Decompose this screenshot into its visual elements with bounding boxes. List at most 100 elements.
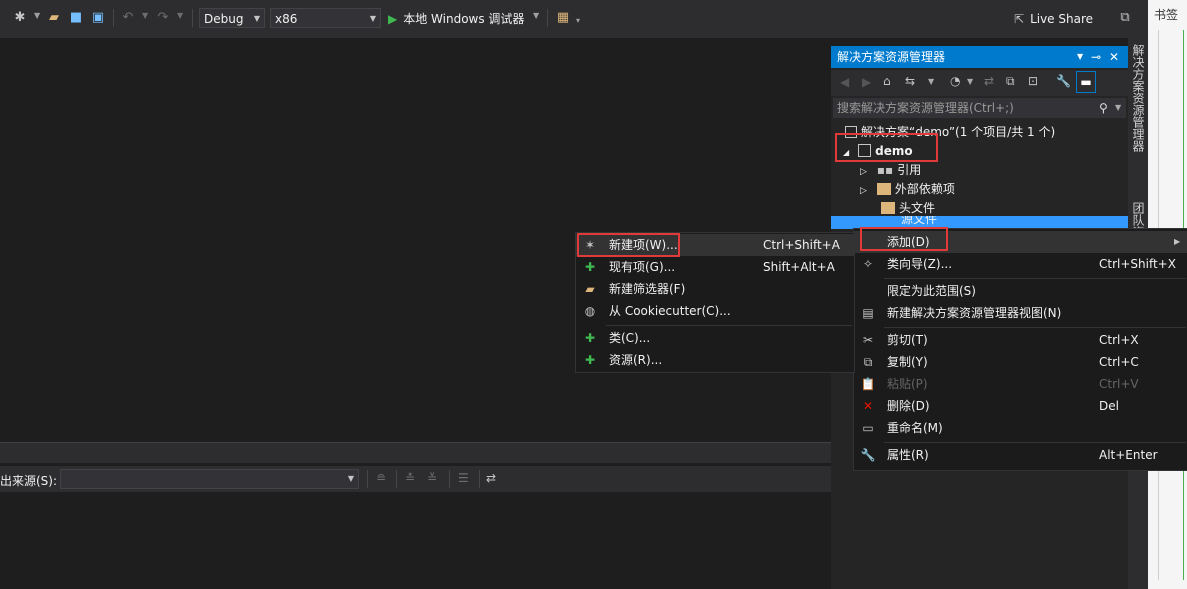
menu-item-label: 新建解决方案资源管理器视图(N) xyxy=(887,306,1062,320)
menu-item-cut[interactable]: ✂ 剪切(T) Ctrl+X xyxy=(854,329,1187,351)
menu-separator xyxy=(884,278,1186,279)
toolbox-icon[interactable]: ▦ xyxy=(555,10,571,26)
output-source-label: 出来源(S): xyxy=(0,474,58,488)
collapsed-arrow-icon: ▷ xyxy=(860,167,867,177)
new-project-dropdown-icon[interactable]: ▼ xyxy=(34,11,40,20)
solution-explorer-side-tab[interactable]: 解决方案资源管理器 xyxy=(1130,44,1147,152)
existing-item-icon: ✚ xyxy=(584,260,596,274)
tree-item-references[interactable]: ▷ ▪▪ 引用 xyxy=(860,161,921,180)
submenu-item-new-filter[interactable]: ▰ 新建筛选器(F) xyxy=(576,278,854,300)
menu-item-properties[interactable]: 🔧 属性(R) Alt+Enter xyxy=(854,444,1187,466)
clear-all-icon[interactable]: ☰ xyxy=(458,471,469,485)
menu-item-shortcut: Ctrl+C xyxy=(1099,355,1139,369)
output-source-select[interactable]: ▼ xyxy=(60,469,359,489)
submenu-item-cookiecutter[interactable]: ◍ 从 Cookiecutter(C)... xyxy=(576,300,854,322)
close-icon[interactable]: ✕ xyxy=(1109,46,1119,68)
new-filter-folder-icon: ▰ xyxy=(585,282,595,296)
folder-icon xyxy=(881,216,895,223)
chevron-down-icon: ▼ xyxy=(347,474,354,483)
folder-icon xyxy=(881,202,895,214)
word-wrap-icon[interactable]: ⇄ xyxy=(486,471,496,485)
open-folder-icon[interactable]: ▰ xyxy=(46,10,62,26)
next-message-icon[interactable]: ≚ xyxy=(427,471,437,485)
search-placeholder: 搜索解决方案资源管理器(Ctrl+;) xyxy=(837,101,1014,115)
main-toolbar: ✱ ▼ ▰ ■ ▣ ↶ ▼ ↷ ▼ Debug ▼ x86 ▼ ▶ 本地 Wind… xyxy=(0,0,1148,38)
redo-icon[interactable]: ↷ xyxy=(155,10,171,26)
toolbar-separator xyxy=(113,9,114,27)
submenu-item-resource[interactable]: ✚ 资源(R)... xyxy=(576,349,854,371)
sync-icon[interactable]: ⇄ xyxy=(984,74,994,88)
menu-item-paste[interactable]: 📋 粘贴(P) Ctrl+V xyxy=(854,373,1187,395)
save-icon[interactable]: ■ xyxy=(68,10,84,26)
wrench-icon: 🔧 xyxy=(860,448,876,462)
toolbar-separator xyxy=(396,470,397,488)
bookmark-tab[interactable]: 书签 xyxy=(1154,6,1178,23)
menu-item-scope-to-this[interactable]: 限定为此范围(S) xyxy=(854,280,1187,302)
properties-wrench-icon[interactable]: 🔧 xyxy=(1056,74,1071,88)
undo-dropdown-icon[interactable]: ▼ xyxy=(142,11,148,20)
class-wizard-icon: ✧ xyxy=(862,257,874,271)
debugger-dropdown-icon[interactable]: ▼ xyxy=(533,11,539,20)
search-icon[interactable]: ⚲ xyxy=(1099,98,1108,118)
configuration-select[interactable]: Debug ▼ xyxy=(199,8,265,28)
menu-item-shortcut: Ctrl+V xyxy=(1099,377,1139,391)
menu-item-label: 删除(D) xyxy=(887,399,930,413)
platform-select[interactable]: x86 ▼ xyxy=(270,8,381,28)
new-project-icon[interactable]: ✱ xyxy=(12,10,28,26)
redo-dropdown-icon[interactable]: ▼ xyxy=(177,11,183,20)
preview-icon[interactable]: ▬ xyxy=(1076,71,1096,93)
live-share-button[interactable]: ⇱ Live Share xyxy=(1014,10,1093,28)
collapse-all-icon[interactable]: ⧉ xyxy=(1006,74,1015,89)
solution-explorer-toolbar: ◀ ▶ ⌂ ⇆ ▼ ◔ ▼ ⇄ ⧉ ⊡ 🔧 ▬ xyxy=(831,70,1128,96)
undo-icon[interactable]: ↶ xyxy=(120,10,136,26)
switch-views-icon[interactable]: ⇆ xyxy=(905,74,915,88)
chevron-down-icon[interactable]: ▼ xyxy=(928,77,934,86)
feedback-icon[interactable]: ⧉ xyxy=(1117,10,1133,26)
submenu-item-existing-item[interactable]: ✚ 现有项(G)... Shift+Alt+A xyxy=(576,256,854,278)
menu-item-shortcut: Ctrl+X xyxy=(1099,333,1139,347)
context-menu: 添加(D) ▶ ✧ 类向导(Z)... Ctrl+Shift+X 限定为此范围(… xyxy=(853,228,1187,471)
go-to-line-icon[interactable]: ≘ xyxy=(376,471,386,485)
menu-item-label: 类向导(Z)... xyxy=(887,257,953,271)
show-all-files-icon[interactable]: ⊡ xyxy=(1028,74,1038,88)
menu-item-delete[interactable]: ✕ 删除(D) Del xyxy=(854,395,1187,417)
tree-item-external-deps[interactable]: ▷ 外部依赖项 xyxy=(860,180,955,199)
home-icon[interactable]: ⌂ xyxy=(883,74,891,88)
menu-item-copy[interactable]: ⧉ 复制(Y) Ctrl+C xyxy=(854,351,1187,373)
project-highlight-box xyxy=(835,133,938,162)
toolbar-separator xyxy=(449,470,450,488)
toolbar-options-icon[interactable]: ▾ xyxy=(576,16,580,25)
submenu-item-class[interactable]: ✚ 类(C)... xyxy=(576,327,854,349)
window-options-icon[interactable]: ▼ xyxy=(1077,46,1083,68)
share-icon: ⇱ xyxy=(1014,12,1025,26)
menu-item-rename[interactable]: ▭ 重命名(M) xyxy=(854,417,1187,439)
pin-icon[interactable]: ⊸ xyxy=(1091,46,1101,68)
start-debugger-button[interactable]: ▶ 本地 Windows 调试器 xyxy=(388,9,524,29)
menu-item-label: 粘贴(P) xyxy=(887,377,928,391)
output-text-area[interactable] xyxy=(0,492,831,589)
back-icon[interactable]: ◀ xyxy=(840,75,849,89)
solution-explorer-search[interactable]: 搜索解决方案资源管理器(Ctrl+;) ⚲ ▼ xyxy=(833,98,1126,118)
forward-icon[interactable]: ▶ xyxy=(862,75,871,89)
menu-item-class-wizard[interactable]: ✧ 类向导(Z)... Ctrl+Shift+X xyxy=(854,253,1187,275)
menu-item-label: 从 Cookiecutter(C)... xyxy=(609,304,731,318)
menu-item-shortcut: Ctrl+Shift+X xyxy=(1099,257,1176,271)
menu-item-label: 剪切(T) xyxy=(887,333,928,347)
platform-value: x86 xyxy=(275,12,298,26)
tree-item-label: 外部依赖项 xyxy=(894,182,955,196)
chevron-down-icon[interactable]: ▼ xyxy=(1115,98,1121,118)
menu-item-label: 限定为此范围(S) xyxy=(887,284,976,298)
menu-item-label: 现有项(G)... xyxy=(609,260,676,274)
collapsed-arrow-icon: ▷ xyxy=(860,186,867,196)
menu-item-shortcut: Ctrl+Shift+A xyxy=(763,238,840,252)
prev-message-icon[interactable]: ≛ xyxy=(405,471,415,485)
menu-item-new-explorer-view[interactable]: ▤ 新建解决方案资源管理器视图(N) xyxy=(854,302,1187,324)
play-icon: ▶ xyxy=(388,12,398,26)
menu-item-label: 重命名(M) xyxy=(887,421,943,435)
chevron-down-icon[interactable]: ▼ xyxy=(967,77,973,86)
pending-changes-icon[interactable]: ◔ xyxy=(950,74,960,88)
save-all-icon[interactable]: ▣ xyxy=(90,10,106,26)
menu-separator xyxy=(884,327,1186,328)
menu-item-label: 复制(Y) xyxy=(887,355,928,369)
chevron-down-icon: ▼ xyxy=(369,14,376,23)
